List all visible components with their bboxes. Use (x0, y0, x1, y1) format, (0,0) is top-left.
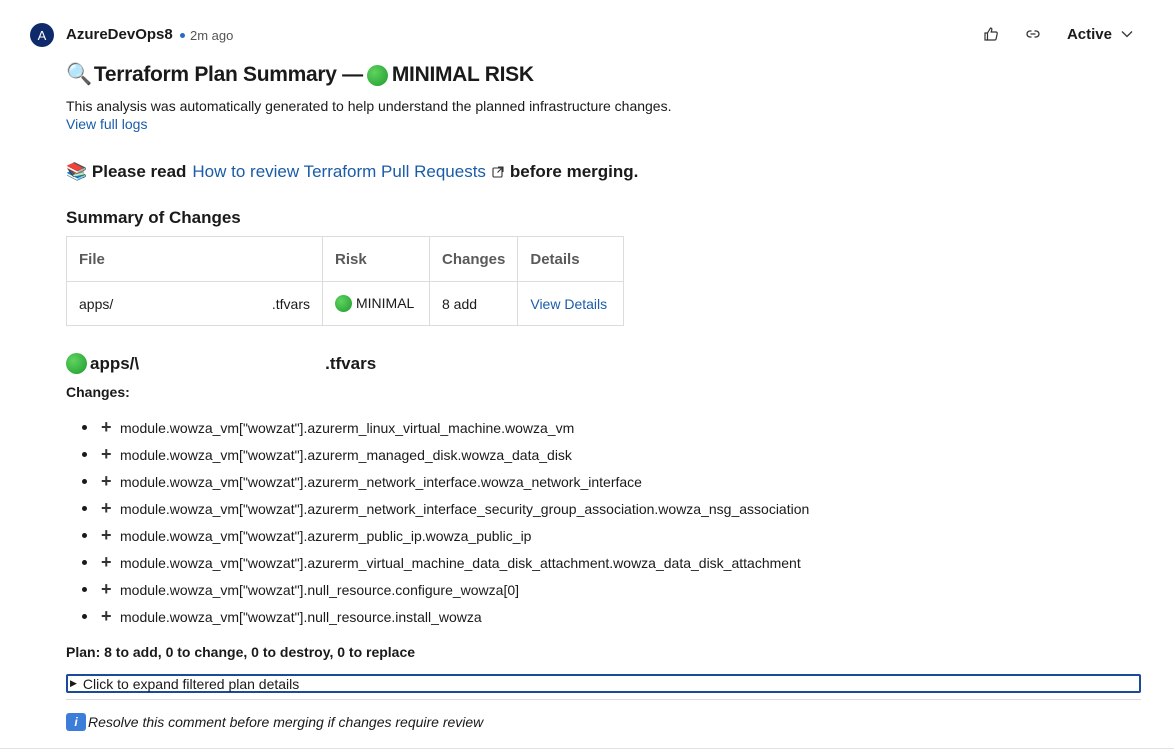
review-suffix: before merging. (509, 162, 639, 181)
review-notice: 📚 Please read How to review Terraform Pu… (66, 162, 1141, 182)
view-details-link[interactable]: View Details (530, 296, 607, 312)
author-name[interactable]: AzureDevOps8 (66, 26, 173, 43)
list-item: + module.wowza_vm["wowzat"].azurerm_virtu… (82, 549, 1141, 576)
title-text: Terraform Plan Summary — (93, 63, 363, 86)
magnifier-icon: 🔍 (66, 63, 92, 86)
divider (66, 699, 1141, 700)
expand-label: Click to expand filtered plan details (82, 675, 300, 692)
column-risk: Risk (322, 236, 430, 282)
change-text: module.wowza_vm["wowzat"].null_resource.… (120, 608, 482, 625)
file-prefix: apps/ (79, 295, 114, 312)
green-circle-icon (366, 64, 388, 86)
change-text: module.wowza_vm["wowzat"].azurerm_networ… (120, 473, 642, 490)
note-text: Resolve this comment before merging if c… (88, 714, 484, 730)
comment-bottom-border (0, 748, 1174, 749)
changes-list: + module.wowza_vm["wowzat"].azurerm_linux… (66, 414, 1141, 630)
plus-icon: + (101, 579, 112, 599)
table-row: apps/ .tfvars MINIMAL 8 add View Details (66, 281, 625, 326)
list-item: + module.wowza_vm["wowzat"].null_resource… (82, 576, 1141, 603)
plus-icon: + (101, 417, 112, 437)
expand-plan-details[interactable]: ▶ Click to expand filtered plan details (66, 674, 1141, 693)
plus-icon: + (101, 552, 112, 572)
view-full-logs-link[interactable]: View full logs (66, 116, 147, 132)
plus-icon: + (101, 498, 112, 518)
intro-text: This analysis was automatically generate… (66, 98, 672, 114)
column-details: Details (517, 236, 625, 282)
list-item: + module.wowza_vm["wowzat"].null_resource… (82, 603, 1141, 630)
change-text: module.wowza_vm["wowzat"].azurerm_manage… (120, 446, 572, 463)
plus-icon: + (101, 606, 112, 626)
risk-value: MINIMAL (356, 294, 415, 311)
change-text: module.wowza_vm["wowzat"].azurerm_networ… (120, 500, 810, 517)
timestamp-text: 2m ago (190, 28, 234, 43)
unread-dot (180, 33, 185, 38)
list-item: + module.wowza_vm["wowzat"].azurerm_netwo… (82, 495, 1141, 522)
chevron-down-icon (1121, 31, 1133, 38)
plus-icon: + (101, 444, 112, 464)
status-dropdown[interactable]: Active (1067, 26, 1134, 43)
risk-cell: MINIMAL (322, 281, 430, 326)
list-item: + module.wowza_vm["wowzat"].azurerm_netwo… (82, 468, 1141, 495)
status-label: Active (1066, 25, 1112, 43)
title-risk: MINIMAL RISK (391, 63, 534, 86)
change-text: module.wowza_vm["wowzat"].azurerm_linux_… (120, 419, 575, 436)
plus-icon: + (101, 525, 112, 545)
change-text: module.wowza_vm["wowzat"].azurerm_public… (120, 527, 532, 544)
file-heading-suffix: .tfvars (325, 353, 377, 373)
link-icon[interactable] (1021, 22, 1045, 46)
summary-table: File Risk Changes Details apps/ .tfvars … (66, 236, 625, 326)
file-suffix: .tfvars (271, 295, 310, 312)
list-item: + module.wowza_vm["wowzat"].azurerm_linux… (82, 414, 1141, 441)
comment-title: 🔍 Terraform Plan Summary — MINIMAL RISK (66, 60, 1141, 90)
column-changes: Changes (428, 236, 519, 282)
list-item: + module.wowza_vm["wowzat"].azurerm_manag… (82, 441, 1141, 468)
table-header-row: File Risk Changes Details (66, 236, 625, 282)
change-text: module.wowza_vm["wowzat"].null_resource.… (120, 581, 520, 598)
like-icon[interactable] (979, 22, 1003, 46)
green-circle-icon (335, 295, 352, 313)
info-icon: i (66, 713, 86, 731)
column-file: File (66, 236, 323, 282)
review-prefix: 📚 Please read (66, 162, 187, 181)
review-guide-link[interactable]: How to review Terraform Pull Requests (192, 162, 486, 182)
changes-cell: 8 add (428, 281, 519, 326)
plus-icon: + (101, 471, 112, 491)
timestamp: 2m ago (180, 28, 233, 43)
change-text: module.wowza_vm["wowzat"].azurerm_virtua… (120, 554, 801, 571)
file-cell: apps/ .tfvars (66, 281, 323, 326)
triangle-right-icon: ▶ (70, 678, 77, 688)
avatar[interactable]: A (30, 23, 54, 47)
file-heading: apps/\ .tfvars (66, 353, 1141, 374)
changes-label: Changes: (66, 384, 130, 400)
comment-actions: Active (979, 22, 1134, 46)
green-circle-icon (66, 353, 87, 374)
plan-summary: Plan: 8 to add, 0 to change, 0 to destro… (66, 644, 416, 660)
file-heading-prefix: apps/\ (90, 353, 140, 373)
resolve-note: i Resolve this comment before merging if… (66, 713, 1141, 731)
details-cell: View Details (517, 281, 625, 326)
summary-heading: Summary of Changes (66, 208, 241, 227)
comment-body: 🔍 Terraform Plan Summary — MINIMAL RISK … (66, 60, 1141, 731)
external-link-icon (492, 166, 504, 178)
list-item: + module.wowza_vm["wowzat"].azurerm_publi… (82, 522, 1141, 549)
